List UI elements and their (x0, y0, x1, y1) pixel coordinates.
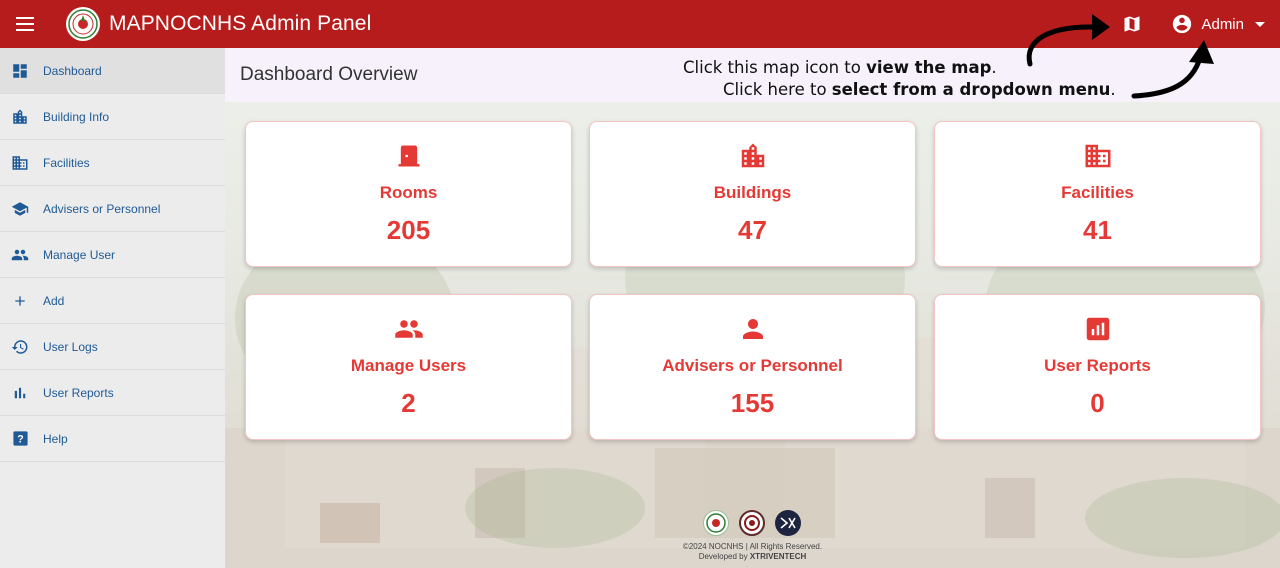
facilities-icon (1083, 141, 1113, 171)
school-seal-logo (66, 7, 100, 41)
app-title: MAPNOCNHS Admin Panel (109, 12, 372, 35)
card-value: 47 (738, 215, 767, 245)
card-facilities[interactable]: Facilities 41 (934, 121, 1261, 267)
top-app-bar: MAPNOCNHS Admin Panel Admin (0, 0, 1280, 48)
footer-developed-by: Developed by XTRIVENTECH (225, 552, 1280, 561)
footer-developer-name: XTRIVENTECH (749, 552, 807, 561)
history-icon (10, 337, 30, 357)
building-icon (738, 141, 768, 171)
xtriventech-logo (775, 510, 801, 536)
main-content: Dashboard Overview Click this map icon t… (225, 48, 1280, 568)
sidebar-item-label: User Logs (43, 339, 98, 354)
sidebar-item-label: Add (43, 293, 65, 308)
card-label: User Reports (1044, 356, 1151, 375)
card-value: 155 (730, 388, 775, 418)
card-buildings[interactable]: Buildings 47 (589, 121, 916, 267)
sidebar-item-label: Advisers or Personnel (43, 201, 161, 216)
card-label: Advisers or Personnel (662, 356, 843, 375)
sidebar-item-user-logs[interactable]: User Logs (0, 324, 225, 370)
annotation-text: . (1110, 80, 1116, 99)
sidebar-item-dashboard[interactable]: Dashboard (0, 48, 225, 94)
annotation-text: Click here to (723, 80, 832, 99)
sidebar-item-user-reports[interactable]: User Reports (0, 370, 225, 416)
school-seal-logo (703, 510, 729, 536)
card-value: 41 (1083, 215, 1112, 245)
map-button[interactable] (1117, 9, 1147, 39)
sidebar-item-label: User Reports (43, 385, 114, 400)
sidebar-item-building-info[interactable]: Building Info (0, 94, 225, 140)
annotation-bold-text: view the map (866, 58, 992, 77)
annotation-text: Click this map icon to (683, 58, 867, 77)
admin-account-dropdown[interactable]: Admin (1171, 13, 1266, 35)
report-icon (1083, 314, 1113, 344)
sidebar: Dashboard Building Info Facilities Advis… (0, 48, 225, 568)
menu-icon (16, 17, 34, 31)
facilities-icon (10, 153, 30, 173)
sidebar-item-advisers[interactable]: Advisers or Personnel (0, 186, 225, 232)
annotation-map-hint: Click this map icon to view the map. (683, 58, 997, 77)
sidebar-item-add[interactable]: Add (0, 278, 225, 324)
people-icon (10, 245, 30, 265)
page-title: Dashboard Overview (240, 64, 418, 85)
footer-logos (703, 510, 801, 536)
sidebar-item-label: Manage User (43, 247, 116, 262)
card-label: Facilities (1061, 183, 1134, 202)
footer-copyright: ©2024 NOCNHS | All Rights Reserved. (682, 542, 823, 551)
sidebar-item-help[interactable]: ? Help (0, 416, 225, 462)
admin-label: Admin (1201, 15, 1244, 33)
map-icon (1124, 16, 1140, 32)
organization-seal-logo (739, 510, 765, 536)
card-user-reports[interactable]: User Reports 0 (934, 294, 1261, 440)
card-value: 0 (1090, 388, 1105, 418)
door-icon (394, 141, 424, 171)
annotation-bold-text: select from a dropdown menu (831, 80, 1111, 99)
card-value: 2 (401, 388, 416, 418)
annotation-text: . (991, 58, 997, 77)
sidebar-item-manage-user[interactable]: Manage User (0, 232, 225, 278)
sidebar-item-label: Building Info (43, 109, 110, 124)
sidebar-item-facilities[interactable]: Facilities (0, 140, 225, 186)
account-circle-icon (1173, 14, 1192, 34)
dashboard-icon (10, 61, 30, 81)
card-rooms[interactable]: Rooms 205 (245, 121, 572, 267)
card-label: Manage Users (350, 356, 467, 375)
help-icon: ? (10, 429, 30, 449)
person-icon (738, 314, 768, 344)
people-icon (394, 314, 424, 344)
building-icon (10, 107, 30, 127)
plus-icon (10, 291, 30, 311)
sidebar-item-label: Help (43, 431, 68, 446)
card-advisers[interactable]: Advisers or Personnel 155 (589, 294, 916, 440)
footer-developed-label: Developed by (698, 552, 750, 561)
graduation-cap-icon (10, 199, 30, 219)
menu-button[interactable] (2, 0, 50, 48)
card-value: 205 (386, 215, 431, 245)
svg-text:?: ? (17, 433, 23, 445)
caret-down-icon (1255, 22, 1265, 27)
bar-chart-icon (10, 383, 30, 403)
sidebar-item-label: Dashboard (43, 63, 102, 78)
annotation-dropdown-hint: Click here to select from a dropdown men… (723, 80, 1116, 99)
card-manage-users[interactable]: Manage Users 2 (245, 294, 572, 440)
card-label: Rooms (379, 183, 438, 202)
card-label: Buildings (713, 183, 792, 202)
sidebar-item-label: Facilities (43, 155, 90, 170)
